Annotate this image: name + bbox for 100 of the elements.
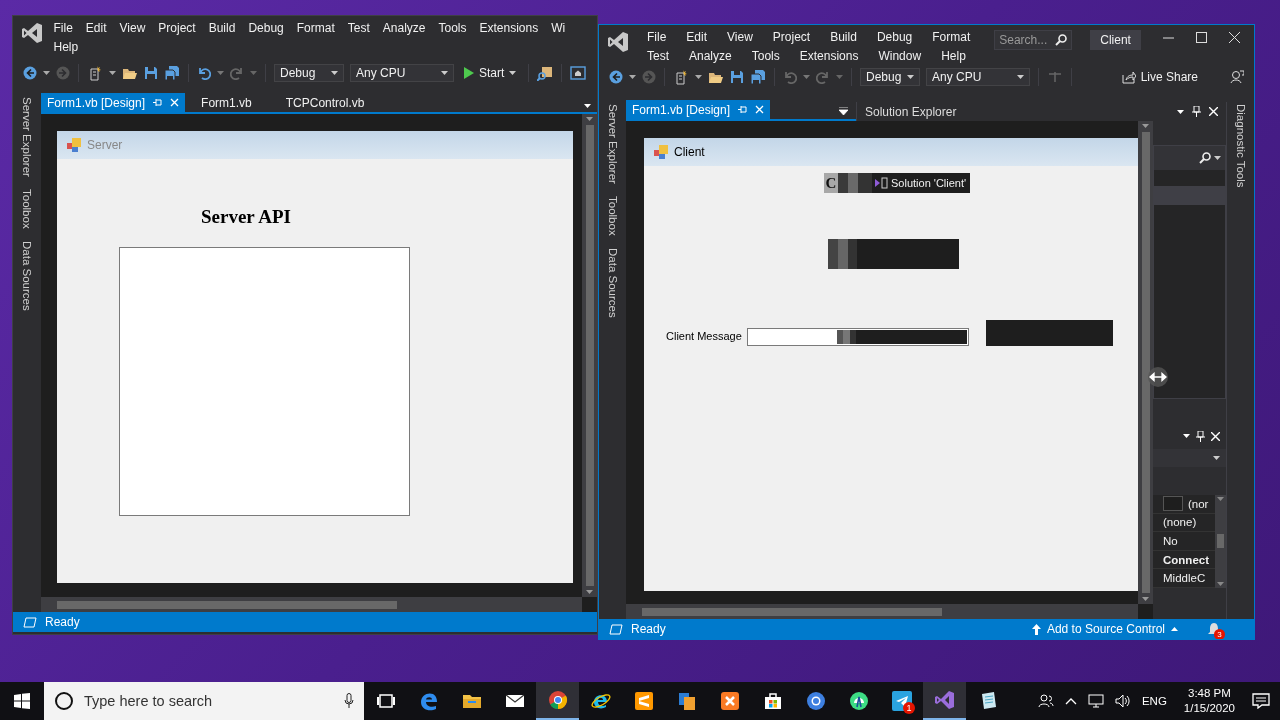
people-icon[interactable] <box>1037 693 1054 709</box>
taskbar-button[interactable] <box>923 682 966 720</box>
chevron-up-icon[interactable] <box>1064 697 1077 705</box>
menu-item[interactable]: Tools <box>432 19 473 38</box>
save-icon[interactable] <box>730 70 744 84</box>
search-icon[interactable] <box>1055 34 1068 46</box>
menu-item[interactable]: Tools <box>741 47 790 66</box>
side-tab[interactable]: Server Explorer <box>21 97 33 177</box>
menu-item[interactable]: Debug <box>866 28 923 47</box>
vertical-scrollbar[interactable] <box>1215 495 1226 588</box>
menu-item[interactable]: Analyze <box>376 19 432 38</box>
volume-icon[interactable] <box>1114 694 1131 708</box>
side-tab[interactable]: Toolbox <box>21 188 33 229</box>
property-value[interactable]: No <box>1163 535 1178 547</box>
property-value[interactable]: MiddleC <box>1163 572 1206 585</box>
back-icon[interactable] <box>23 66 37 80</box>
menu-item[interactable]: Analyze <box>679 47 742 66</box>
property-value[interactable]: (nor <box>1188 497 1209 510</box>
menu-item[interactable]: Wi <box>544 19 572 38</box>
search-input[interactable]: Search... <box>999 33 1052 47</box>
network-icon[interactable] <box>1087 694 1104 708</box>
live-share-button[interactable]: Live Share <box>1121 70 1198 84</box>
side-tab[interactable]: Data Sources <box>21 240 33 311</box>
feedback-icon[interactable] <box>1230 70 1244 84</box>
menu-item[interactable]: View <box>717 28 763 47</box>
search-icon[interactable] <box>1199 152 1211 164</box>
pin-icon[interactable] <box>1196 430 1205 442</box>
start-button[interactable]: Start <box>460 66 521 80</box>
configuration-dropdown[interactable]: Debug <box>274 64 344 82</box>
menu-item[interactable]: Format <box>290 19 342 38</box>
source-control-button[interactable]: Add to Source Control <box>1031 622 1178 636</box>
back-icon[interactable] <box>609 70 623 84</box>
find-folder-icon[interactable] <box>537 65 554 81</box>
undo-icon[interactable] <box>783 70 797 84</box>
save-all-icon[interactable] <box>164 65 180 81</box>
taskbar-button[interactable]: 1 <box>880 682 923 720</box>
side-tab[interactable]: Toolbox <box>606 195 619 236</box>
property-value[interactable]: Connect <box>1163 553 1209 566</box>
platform-dropdown[interactable]: Any CPU <box>350 64 454 82</box>
vertical-scrollbar[interactable] <box>582 114 597 597</box>
taskbar-search-input[interactable]: Type here to search <box>84 693 334 709</box>
menu-item[interactable]: Help <box>47 38 85 57</box>
side-tab[interactable]: Data Sources <box>606 247 619 318</box>
share-icon[interactable] <box>1121 70 1136 84</box>
horizontal-scrollbar[interactable] <box>626 604 1138 619</box>
save-icon[interactable] <box>144 66 158 80</box>
property-row[interactable]: (nor <box>1153 495 1215 514</box>
close-icon[interactable] <box>1229 32 1240 43</box>
menu-item[interactable]: Test <box>341 19 377 38</box>
new-project-icon[interactable] <box>87 65 103 81</box>
menu-item[interactable]: Help <box>931 47 976 66</box>
horizontal-scrollbar[interactable] <box>41 597 582 612</box>
save-all-icon[interactable] <box>750 69 766 85</box>
search-bar[interactable] <box>1154 146 1225 170</box>
microphone-icon[interactable] <box>344 693 354 709</box>
side-tab[interactable]: Server Explorer <box>606 104 619 184</box>
menu-item[interactable]: Project <box>762 28 821 47</box>
play-icon[interactable] <box>464 67 474 79</box>
clock[interactable]: 3:48 PM 1/15/2020 <box>1177 686 1241 716</box>
menu-item[interactable]: Build <box>202 19 242 38</box>
property-value[interactable]: (none) <box>1163 516 1197 529</box>
menu-item[interactable]: Extensions <box>473 19 545 38</box>
windows-logo-icon[interactable] <box>14 693 30 709</box>
maximize-icon[interactable] <box>1196 32 1207 43</box>
notification-icon[interactable] <box>1252 693 1270 709</box>
vertical-scrollbar[interactable] <box>1138 121 1153 604</box>
browser-window-icon[interactable] <box>570 66 587 80</box>
undo-icon[interactable] <box>197 66 211 80</box>
pin-icon[interactable] <box>1192 106 1201 117</box>
new-project-icon[interactable] <box>673 69 689 85</box>
menu-item[interactable]: Extensions <box>789 47 869 66</box>
caret-icon <box>217 71 224 75</box>
menu-item[interactable]: Project <box>151 19 203 38</box>
redo-icon[interactable] <box>230 66 244 80</box>
search-field[interactable]: Search... <box>994 30 1073 50</box>
menu-item[interactable]: Test <box>637 47 679 66</box>
tab-list-icon[interactable] <box>839 107 848 115</box>
menu-item[interactable]: View <box>113 19 152 38</box>
taskbar-button[interactable] <box>536 682 579 720</box>
menu-item[interactable]: Debug <box>241 19 291 38</box>
message-input[interactable] <box>747 328 969 346</box>
open-folder-icon[interactable] <box>122 66 138 80</box>
redo-icon[interactable] <box>816 70 830 84</box>
up-arrow-icon[interactable] <box>1031 623 1041 635</box>
menu-item[interactable]: Build <box>820 28 867 47</box>
menu-item[interactable]: Window <box>868 47 932 66</box>
platform-dropdown[interactable]: Any CPU <box>926 68 1030 86</box>
menu-item[interactable]: File <box>47 19 80 38</box>
menu-item[interactable]: Edit <box>676 28 718 47</box>
taskbar-search-field[interactable]: Type here to search <box>44 682 364 720</box>
menu-item[interactable]: File <box>637 28 677 47</box>
document-tab[interactable]: Form1.vb <box>195 93 258 112</box>
side-tab[interactable]: Diagnostic Tools <box>1234 104 1247 619</box>
menu-item[interactable]: Edit <box>79 19 114 38</box>
scroll-thumb[interactable] <box>1217 534 1224 549</box>
menu-item[interactable]: Format <box>922 28 981 47</box>
configuration-dropdown[interactable]: Debug <box>860 68 920 86</box>
document-tab[interactable]: TCPControl.vb <box>279 93 371 112</box>
language-indicator[interactable]: ENG <box>1141 695 1167 707</box>
open-folder-icon[interactable] <box>708 70 724 84</box>
